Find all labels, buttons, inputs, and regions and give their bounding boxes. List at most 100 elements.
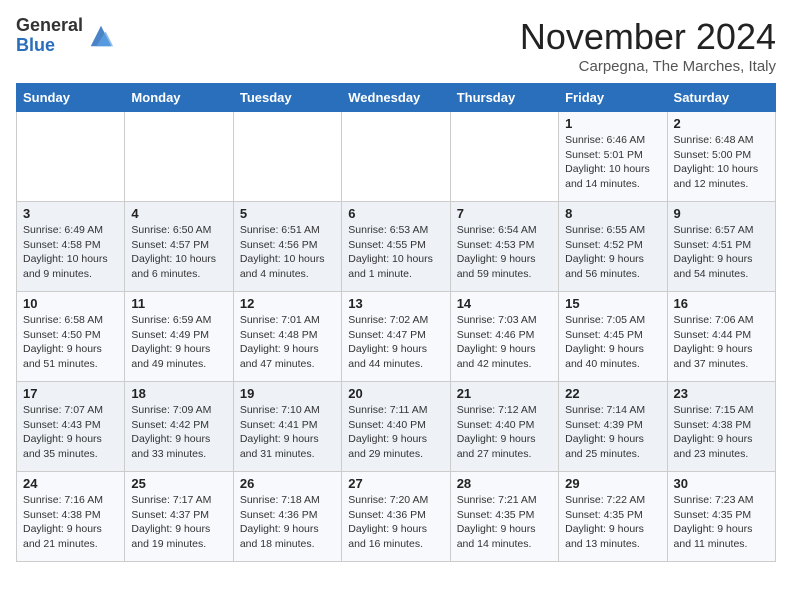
calendar-cell <box>17 112 125 202</box>
calendar-cell: 7 Sunrise: 6:54 AMSunset: 4:53 PMDaylight… <box>450 202 558 292</box>
calendar-cell: 8 Sunrise: 6:55 AMSunset: 4:52 PMDaylight… <box>559 202 667 292</box>
day-info: Sunrise: 6:48 AMSunset: 5:00 PMDaylight:… <box>674 133 769 192</box>
calendar-week-5: 24 Sunrise: 7:16 AMSunset: 4:38 PMDayligh… <box>17 472 776 562</box>
calendar-cell <box>342 112 450 202</box>
logo: General Blue <box>16 16 115 56</box>
day-number: 16 <box>674 296 769 311</box>
day-info: Sunrise: 7:20 AMSunset: 4:36 PMDaylight:… <box>348 493 443 552</box>
day-number: 13 <box>348 296 443 311</box>
calendar-cell: 12 Sunrise: 7:01 AMSunset: 4:48 PMDayligh… <box>233 292 341 382</box>
day-info: Sunrise: 7:09 AMSunset: 4:42 PMDaylight:… <box>131 403 226 462</box>
calendar-cell: 18 Sunrise: 7:09 AMSunset: 4:42 PMDayligh… <box>125 382 233 472</box>
day-info: Sunrise: 7:18 AMSunset: 4:36 PMDaylight:… <box>240 493 335 552</box>
calendar-week-3: 10Sunrise: 6:58 AMSunset: 4:50 PMDayligh… <box>17 292 776 382</box>
day-number: 15 <box>565 296 660 311</box>
calendar-cell: 28Sunrise: 7:21 AMSunset: 4:35 PMDayligh… <box>450 472 558 562</box>
header-wednesday: Wednesday <box>342 84 450 112</box>
day-number: 6 <box>348 206 443 221</box>
day-number: 14 <box>457 296 552 311</box>
location-subtitle: Carpegna, The Marches, Italy <box>520 58 776 75</box>
header-monday: Monday <box>125 84 233 112</box>
day-info: Sunrise: 7:07 AMSunset: 4:43 PMDaylight:… <box>23 403 118 462</box>
calendar-cell: 29 Sunrise: 7:22 AMSunset: 4:35 PMDayligh… <box>559 472 667 562</box>
day-number: 24 <box>23 476 118 491</box>
calendar-cell: 17 Sunrise: 7:07 AMSunset: 4:43 PMDayligh… <box>17 382 125 472</box>
calendar-cell: 14 Sunrise: 7:03 AMSunset: 4:46 PMDayligh… <box>450 292 558 382</box>
day-number: 28 <box>457 476 552 491</box>
title-area: November 2024 Carpegna, The Marches, Ita… <box>520 16 776 75</box>
day-info: Sunrise: 6:51 AMSunset: 4:56 PMDaylight:… <box>240 223 335 282</box>
calendar-cell: 3 Sunrise: 6:49 AMSunset: 4:58 PMDaylight… <box>17 202 125 292</box>
calendar-cell: 25 Sunrise: 7:17 AMSunset: 4:37 PMDayligh… <box>125 472 233 562</box>
day-info: Sunrise: 7:03 AMSunset: 4:46 PMDaylight:… <box>457 313 552 372</box>
header-friday: Friday <box>559 84 667 112</box>
calendar-week-2: 3 Sunrise: 6:49 AMSunset: 4:58 PMDaylight… <box>17 202 776 292</box>
day-number: 19 <box>240 386 335 401</box>
calendar-cell: 11 Sunrise: 6:59 AMSunset: 4:49 PMDayligh… <box>125 292 233 382</box>
day-info: Sunrise: 6:55 AMSunset: 4:52 PMDaylight:… <box>565 223 660 282</box>
day-info: Sunrise: 7:15 AMSunset: 4:38 PMDaylight:… <box>674 403 769 462</box>
day-info: Sunrise: 6:53 AMSunset: 4:55 PMDaylight:… <box>348 223 443 282</box>
calendar-cell <box>450 112 558 202</box>
calendar-cell: 22 Sunrise: 7:14 AMSunset: 4:39 PMDayligh… <box>559 382 667 472</box>
calendar-cell: 24 Sunrise: 7:16 AMSunset: 4:38 PMDayligh… <box>17 472 125 562</box>
day-info: Sunrise: 6:57 AMSunset: 4:51 PMDaylight:… <box>674 223 769 282</box>
day-info: Sunrise: 7:06 AMSunset: 4:44 PMDaylight:… <box>674 313 769 372</box>
header-sunday: Sunday <box>17 84 125 112</box>
day-number: 17 <box>23 386 118 401</box>
page-header: General Blue November 2024 Carpegna, The… <box>16 16 776 75</box>
day-info: Sunrise: 7:17 AMSunset: 4:37 PMDaylight:… <box>131 493 226 552</box>
day-info: Sunrise: 7:05 AMSunset: 4:45 PMDaylight:… <box>565 313 660 372</box>
header-saturday: Saturday <box>667 84 775 112</box>
day-number: 12 <box>240 296 335 311</box>
day-number: 22 <box>565 386 660 401</box>
header-thursday: Thursday <box>450 84 558 112</box>
calendar-table: Sunday Monday Tuesday Wednesday Thursday… <box>16 83 776 562</box>
calendar-cell: 6 Sunrise: 6:53 AMSunset: 4:55 PMDaylight… <box>342 202 450 292</box>
day-info: Sunrise: 7:12 AMSunset: 4:40 PMDaylight:… <box>457 403 552 462</box>
calendar-cell: 9 Sunrise: 6:57 AMSunset: 4:51 PMDaylight… <box>667 202 775 292</box>
day-number: 29 <box>565 476 660 491</box>
day-number: 8 <box>565 206 660 221</box>
day-info: Sunrise: 7:01 AMSunset: 4:48 PMDaylight:… <box>240 313 335 372</box>
day-number: 18 <box>131 386 226 401</box>
logo-icon <box>87 22 115 50</box>
day-info: Sunrise: 6:54 AMSunset: 4:53 PMDaylight:… <box>457 223 552 282</box>
calendar-cell: 10Sunrise: 6:58 AMSunset: 4:50 PMDayligh… <box>17 292 125 382</box>
logo-blue-text: Blue <box>16 36 83 56</box>
day-info: Sunrise: 7:22 AMSunset: 4:35 PMDaylight:… <box>565 493 660 552</box>
day-number: 30 <box>674 476 769 491</box>
day-number: 7 <box>457 206 552 221</box>
day-info: Sunrise: 6:49 AMSunset: 4:58 PMDaylight:… <box>23 223 118 282</box>
calendar-header: Sunday Monday Tuesday Wednesday Thursday… <box>17 84 776 112</box>
calendar-cell <box>125 112 233 202</box>
day-number: 25 <box>131 476 226 491</box>
calendar-cell: 20Sunrise: 7:11 AMSunset: 4:40 PMDayligh… <box>342 382 450 472</box>
calendar-cell: 27Sunrise: 7:20 AMSunset: 4:36 PMDayligh… <box>342 472 450 562</box>
calendar-cell: 13Sunrise: 7:02 AMSunset: 4:47 PMDayligh… <box>342 292 450 382</box>
calendar-cell: 2 Sunrise: 6:48 AMSunset: 5:00 PMDaylight… <box>667 112 775 202</box>
calendar-week-1: 1Sunrise: 6:46 AMSunset: 5:01 PMDaylight… <box>17 112 776 202</box>
calendar-cell: 21Sunrise: 7:12 AMSunset: 4:40 PMDayligh… <box>450 382 558 472</box>
day-number: 3 <box>23 206 118 221</box>
calendar-cell: 5Sunrise: 6:51 AMSunset: 4:56 PMDaylight… <box>233 202 341 292</box>
calendar-cell: 1Sunrise: 6:46 AMSunset: 5:01 PMDaylight… <box>559 112 667 202</box>
day-info: Sunrise: 7:23 AMSunset: 4:35 PMDaylight:… <box>674 493 769 552</box>
day-number: 9 <box>674 206 769 221</box>
day-info: Sunrise: 7:14 AMSunset: 4:39 PMDaylight:… <box>565 403 660 462</box>
calendar-week-4: 17 Sunrise: 7:07 AMSunset: 4:43 PMDayligh… <box>17 382 776 472</box>
day-number: 1 <box>565 116 660 131</box>
day-number: 20 <box>348 386 443 401</box>
day-info: Sunrise: 7:10 AMSunset: 4:41 PMDaylight:… <box>240 403 335 462</box>
day-info: Sunrise: 6:59 AMSunset: 4:49 PMDaylight:… <box>131 313 226 372</box>
day-info: Sunrise: 6:58 AMSunset: 4:50 PMDaylight:… <box>23 313 118 372</box>
day-number: 26 <box>240 476 335 491</box>
day-number: 2 <box>674 116 769 131</box>
calendar-cell <box>233 112 341 202</box>
calendar-cell: 19 Sunrise: 7:10 AMSunset: 4:41 PMDayligh… <box>233 382 341 472</box>
month-title: November 2024 <box>520 16 776 58</box>
calendar-cell: 16 Sunrise: 7:06 AMSunset: 4:44 PMDayligh… <box>667 292 775 382</box>
day-number: 11 <box>131 296 226 311</box>
day-info: Sunrise: 7:16 AMSunset: 4:38 PMDaylight:… <box>23 493 118 552</box>
calendar-cell: 26 Sunrise: 7:18 AMSunset: 4:36 PMDayligh… <box>233 472 341 562</box>
